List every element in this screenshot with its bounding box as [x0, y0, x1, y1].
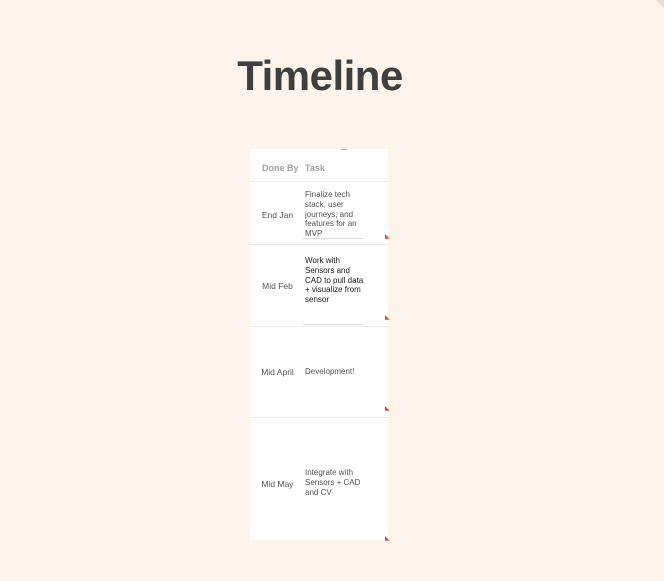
table-row: Mid April Development! [250, 327, 388, 418]
row-divider [303, 238, 363, 239]
page-corner-fold [656, 0, 664, 8]
row-task: Work with Sensors and CAD to pull data +… [305, 256, 364, 305]
row-task: Finalize tech stack, user journeys, and … [305, 190, 357, 239]
edge-marker: ◣ [385, 234, 390, 240]
table-row: End Jan Finalize tech stack, user journe… [250, 181, 388, 245]
row-divider [303, 324, 363, 325]
row-task: Development! [305, 367, 355, 376]
edge-marker: ◣ [385, 315, 390, 321]
row-task: Integrate with Sensors + CAD and CV [305, 468, 361, 497]
column-header-done-by: Done By [262, 163, 299, 173]
column-header-task: Task [305, 163, 325, 173]
page-title: Timeline [237, 52, 403, 99]
table-row: Mid May Integrate with Sensors + CAD and… [250, 418, 388, 540]
edge-marker: ◣ [385, 406, 390, 412]
edge-marker: ◣ [385, 536, 390, 542]
table-row: Mid Feb Work with Sensors and CAD to pul… [250, 245, 388, 327]
row-done-by: End Jan [261, 210, 294, 220]
timeline-table: Done By Task End Jan Finalize tech stack… [250, 149, 388, 540]
row-done-by: Mid April [261, 367, 294, 377]
table-header-row: Done By Task [250, 149, 388, 182]
row-done-by: Mid Feb [262, 281, 293, 291]
row-done-by: Mid May [261, 479, 294, 489]
